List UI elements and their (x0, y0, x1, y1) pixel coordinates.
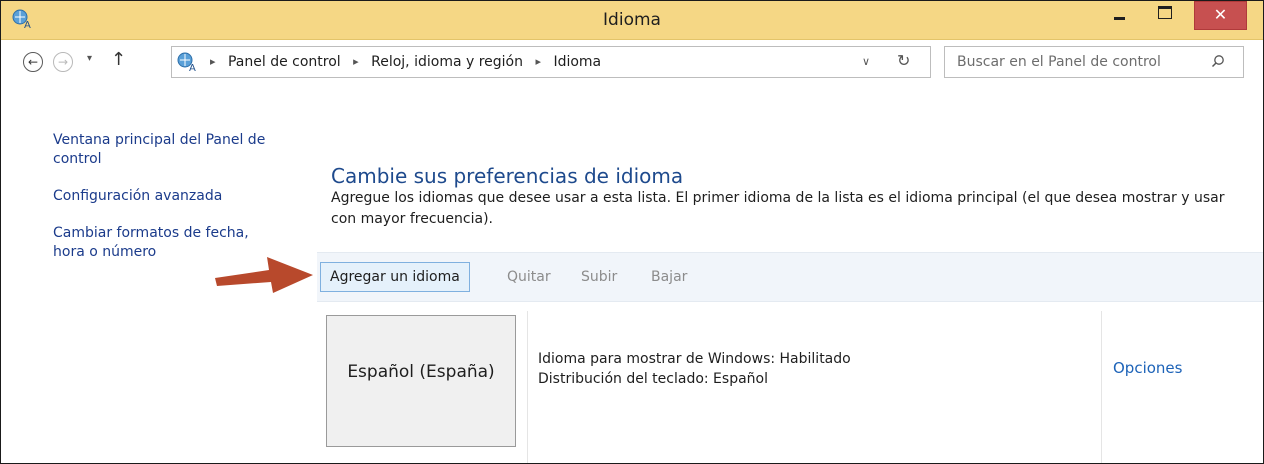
link-control-panel-home[interactable]: Ventana principal del Panel de control (53, 131, 293, 169)
breadcrumb-item-idioma[interactable]: Idioma (553, 54, 601, 70)
close-icon: ✕ (1213, 5, 1228, 24)
refresh-icon[interactable]: ↻ (897, 51, 910, 70)
search-icon[interactable] (1211, 54, 1225, 68)
breadcrumb-separator-icon[interactable]: ▸ (353, 55, 359, 68)
language-name: Español (España) (347, 362, 495, 382)
display-language-status: Idioma para mostrar de Windows: Habilita… (538, 351, 851, 367)
forward-button[interactable]: → (53, 52, 73, 72)
maximize-icon (1158, 6, 1172, 19)
language-location-icon: A (177, 52, 196, 73)
address-bar[interactable]: A ▸ Panel de control ▸ Reloj, idioma y r… (171, 46, 931, 78)
page-description: Agregue los idiomas que desee usar a est… (331, 190, 1225, 227)
remove-language-button[interactable]: Quitar (507, 269, 551, 285)
annotation-arrow-icon (215, 257, 313, 293)
breadcrumb-item-reloj-idioma-region[interactable]: Reloj, idioma y región (371, 54, 523, 70)
window-title: Idioma (603, 10, 661, 30)
title-bar[interactable]: A Idioma ✕ (1, 1, 1263, 40)
divider (1101, 311, 1102, 463)
breadcrumb-separator-icon[interactable]: ▸ (210, 55, 216, 68)
minimize-icon (1114, 17, 1125, 20)
divider (527, 311, 528, 463)
keyboard-layout: Distribución del teclado: Español (538, 371, 768, 387)
language-details: Idioma para mostrar de Windows: Habilita… (538, 349, 851, 389)
breadcrumb-item-panel-de-control[interactable]: Panel de control (228, 54, 341, 70)
language-toolbar: Agregar un idioma Quitar Subir Bajar (317, 252, 1263, 302)
add-language-button[interactable]: Agregar un idioma (320, 262, 470, 292)
recent-locations-dropdown-icon[interactable]: ▾ (87, 53, 92, 64)
language-options-link[interactable]: Opciones (1113, 359, 1182, 377)
minimize-button[interactable] (1101, 5, 1137, 27)
breadcrumb-separator-icon[interactable]: ▸ (535, 55, 541, 68)
back-button[interactable]: ← (23, 52, 43, 72)
close-button[interactable]: ✕ (1194, 1, 1247, 30)
link-advanced-settings[interactable]: Configuración avanzada (53, 187, 303, 206)
language-tile[interactable]: Español (España) (326, 315, 516, 447)
search-box[interactable] (944, 46, 1244, 78)
move-down-button[interactable]: Bajar (651, 269, 687, 285)
address-dropdown-icon[interactable]: ∨ (862, 55, 870, 68)
language-list-item: Español (España) Idioma para mostrar de … (317, 311, 1263, 463)
maximize-button[interactable] (1147, 5, 1183, 27)
breadcrumb: ▸ Panel de control ▸ Reloj, idioma y reg… (202, 54, 601, 70)
navigation-bar: ← → ▾ ↑ A ▸ Panel de control ▸ Reloj, id… (1, 40, 1263, 86)
svg-text:A: A (189, 63, 196, 73)
move-up-button[interactable]: Subir (581, 269, 617, 285)
up-button[interactable]: ↑ (111, 49, 126, 70)
page-title: Cambie sus preferencias de idioma (331, 164, 684, 188)
language-window: A Idioma ✕ ← → ▾ ↑ A ▸ Panel de control (0, 0, 1264, 464)
search-input[interactable] (955, 53, 1199, 71)
